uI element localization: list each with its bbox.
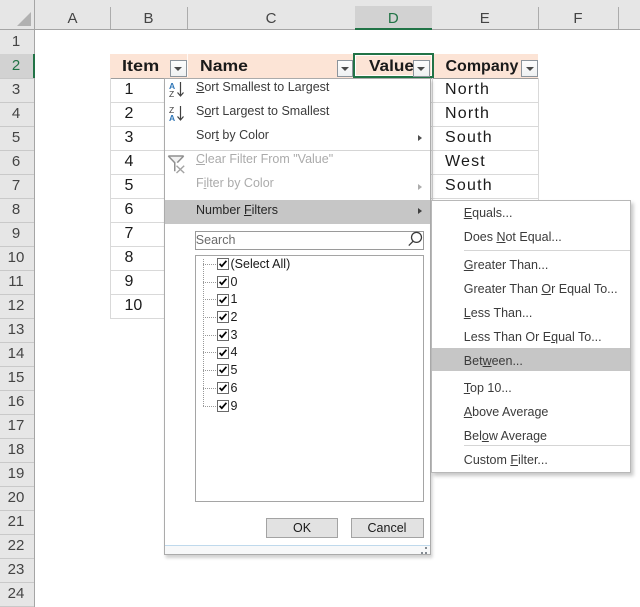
- svg-text:Z: Z: [169, 89, 174, 98]
- svg-text:A: A: [169, 113, 175, 122]
